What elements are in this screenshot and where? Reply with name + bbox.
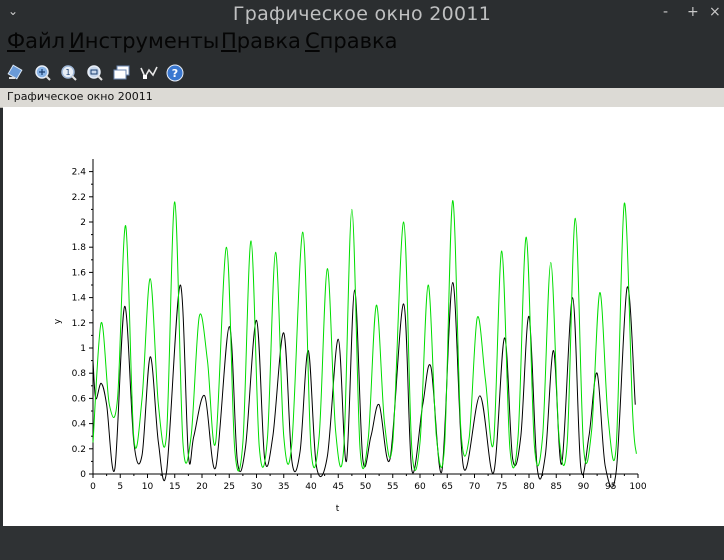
- x-tick-label: 60: [414, 482, 426, 492]
- window-title: Графическое окно 20011: [232, 3, 492, 25]
- menu-help[interactable]: Справка: [305, 29, 398, 53]
- x-tick-label: 5: [117, 482, 123, 492]
- y-tick-label: 0.2: [72, 445, 86, 455]
- y-tick-label: 1.4: [72, 294, 87, 304]
- curve-edit-icon[interactable]: [140, 64, 158, 82]
- svg-text:?: ?: [172, 67, 178, 80]
- datatip-icon[interactable]: [113, 64, 131, 82]
- zoom-fit-icon[interactable]: [86, 64, 104, 82]
- y-axis-label: y: [53, 318, 63, 324]
- x-tick-label: 75: [496, 482, 507, 492]
- y-tick-label: 1.2: [72, 319, 86, 329]
- close-icon[interactable]: ×: [709, 4, 721, 20]
- help-icon[interactable]: ?: [166, 64, 184, 82]
- graphic-canvas[interactable]: 0 5 10 15 20 25 30 35 40 45 50 55 60 65 70 75 80 85 90 95 10…: [3, 107, 724, 526]
- x-tick-label: 55: [387, 482, 398, 492]
- zoom-icon[interactable]: [34, 64, 52, 82]
- maximize-icon[interactable]: +: [687, 4, 699, 20]
- y-tick-label: 2.2: [72, 193, 86, 203]
- menu-tools[interactable]: Инструменты: [69, 29, 219, 53]
- menu-bar: Файл Инструменты Правка Справка: [0, 28, 724, 58]
- x-tick-label: 0: [90, 482, 96, 492]
- y-tick-label: 1: [80, 344, 86, 354]
- window-titlebar: ⌄ Графическое окно 20011 - + ×: [0, 0, 724, 30]
- plot-area[interactable]: 0 5 10 15 20 25 30 35 40 45 50 55 60 65 70 75 80 85 90 95 10…: [3, 107, 724, 526]
- menu-edit[interactable]: Правка: [221, 29, 301, 53]
- info-bar-text: Графическое окно 20011: [7, 90, 153, 103]
- x-tick-label: 100: [629, 482, 646, 492]
- series-line-green: [92, 200, 637, 472]
- x-tick-label: 50: [360, 482, 372, 492]
- unzoom-icon[interactable]: 1: [60, 64, 78, 82]
- y-tick-label: 0.6: [72, 394, 87, 404]
- y-tick-label: 1.8: [72, 243, 87, 253]
- y-tick-label: 2.4: [72, 168, 87, 178]
- menu-file[interactable]: Файл: [7, 29, 65, 53]
- minimize-icon[interactable]: -: [663, 4, 668, 20]
- info-bar: Графическое окно 20011: [0, 88, 724, 108]
- x-tick-label: 45: [333, 482, 344, 492]
- x-tick-label: 80: [523, 482, 535, 492]
- y-tick-label: 0: [80, 470, 86, 480]
- x-tick-label: 90: [578, 482, 590, 492]
- x-axis-label: t: [336, 504, 340, 514]
- x-tick-label: 70: [469, 482, 481, 492]
- x-tick-label: 25: [224, 482, 235, 492]
- x-tick-label: 10: [142, 482, 154, 492]
- x-tick-label: 35: [278, 482, 289, 492]
- x-tick-label: 40: [305, 482, 317, 492]
- x-tick-label: 65: [442, 482, 453, 492]
- x-tick-label: 15: [169, 482, 180, 492]
- rotate-icon[interactable]: [7, 64, 25, 82]
- svg-text:1: 1: [65, 68, 70, 77]
- x-tick-label: 20: [196, 482, 208, 492]
- y-tick-label: 0.8: [72, 369, 87, 379]
- toolbar: 1 ?: [0, 58, 724, 88]
- x-tick-label: 85: [551, 482, 562, 492]
- x-tick-label: 30: [251, 482, 263, 492]
- y-tick-label: 2: [80, 218, 86, 228]
- status-bar: [0, 526, 724, 560]
- y-tick-label: 0.4: [72, 420, 87, 430]
- y-tick-label: 1.6: [72, 268, 87, 278]
